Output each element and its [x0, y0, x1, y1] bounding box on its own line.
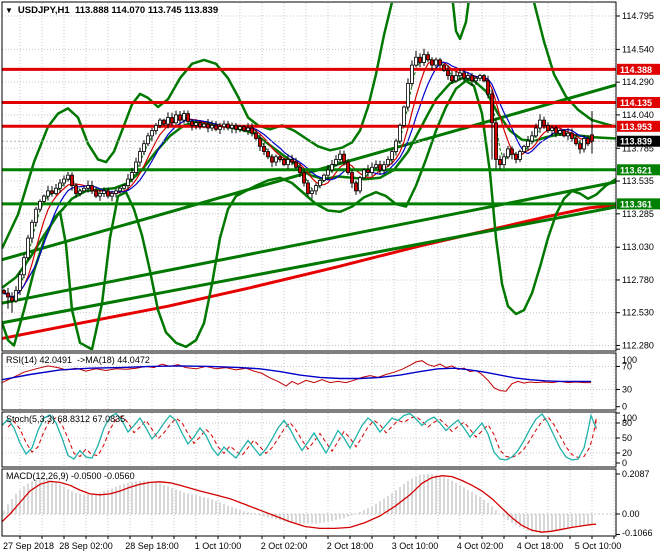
rsi-label: RSI(14) 42.0491 ->MA(18) 44.0472 [6, 355, 150, 365]
svg-text:0.00: 0.00 [622, 509, 640, 519]
svg-text:114.290: 114.290 [622, 77, 654, 87]
stoch-label: Stoch(5,3,3) 68.8312 67.0835 [6, 414, 126, 424]
svg-text:20: 20 [622, 448, 632, 458]
svg-text:113.535: 113.535 [622, 176, 654, 186]
time-axis-label: 28 Sep 02:00 [59, 541, 113, 551]
svg-text:114.040: 114.040 [622, 110, 654, 120]
svg-text:114.795: 114.795 [622, 11, 654, 21]
mt4-chart-window: 114.795 114.540 114.290 114.040 113.785 113.5… [0, 0, 660, 560]
svg-text:-0.1066: -0.1066 [622, 528, 653, 538]
support-level-badge: 113.621 [617, 164, 660, 176]
time-axis-label: 4 Oct 18:00 [517, 541, 564, 551]
time-axis-label: 2 Oct 02:00 [261, 541, 308, 551]
symbol-dropdown-icon[interactable]: ▼ [5, 6, 13, 15]
svg-text:113.839: 113.839 [620, 137, 652, 147]
resistance-level-badge: 114.388 [617, 63, 660, 75]
svg-text:112.780: 112.780 [622, 275, 654, 285]
svg-text:50: 50 [622, 433, 632, 443]
svg-text:113.361: 113.361 [620, 199, 652, 209]
time-axis-label: 4 Oct 02:00 [457, 541, 504, 551]
resistance-level-badge: 113.953 [617, 120, 660, 132]
svg-text:113.621: 113.621 [620, 165, 652, 175]
time-axis-label: 5 Oct 10:00 [575, 541, 622, 551]
resistance-level-badge: 114.135 [617, 96, 660, 108]
time-axis-label: 3 Oct 10:00 [392, 541, 439, 551]
chart-title-row: ▼ USDJPY,H1 113.888 114.070 113.745 113.… [5, 5, 218, 16]
svg-text:80: 80 [622, 418, 632, 428]
svg-text:114.540: 114.540 [622, 44, 654, 54]
svg-text:113.030: 113.030 [622, 242, 654, 252]
svg-text:0: 0 [622, 458, 627, 468]
macd-label: MACD(12,26,9) -0.0500 -0.0560 [6, 471, 135, 481]
svg-text:114.135: 114.135 [620, 98, 652, 108]
time-axis-label: 28 Sep 18:00 [125, 541, 179, 551]
svg-text:0.2087: 0.2087 [622, 469, 650, 479]
current-price-badge: 113.839 [617, 135, 660, 147]
svg-text:113.285: 113.285 [622, 209, 654, 219]
time-axis-label: 2 Oct 18:00 [327, 541, 374, 551]
support-level-badge: 113.361 [617, 198, 660, 210]
chart-title: USDJPY,H1 113.888 114.070 113.745 113.83… [17, 5, 219, 16]
svg-text:112.280: 112.280 [622, 340, 654, 350]
svg-text:0: 0 [622, 402, 627, 412]
time-axis-label: 1 Oct 10:00 [195, 541, 242, 551]
svg-text:30: 30 [622, 384, 632, 394]
svg-text:112.530: 112.530 [622, 308, 654, 318]
time-axis-label: 27 Sep 2018 [3, 541, 54, 551]
svg-text:114.388: 114.388 [620, 65, 652, 75]
svg-text:113.953: 113.953 [620, 122, 652, 132]
svg-text:70: 70 [622, 361, 632, 371]
